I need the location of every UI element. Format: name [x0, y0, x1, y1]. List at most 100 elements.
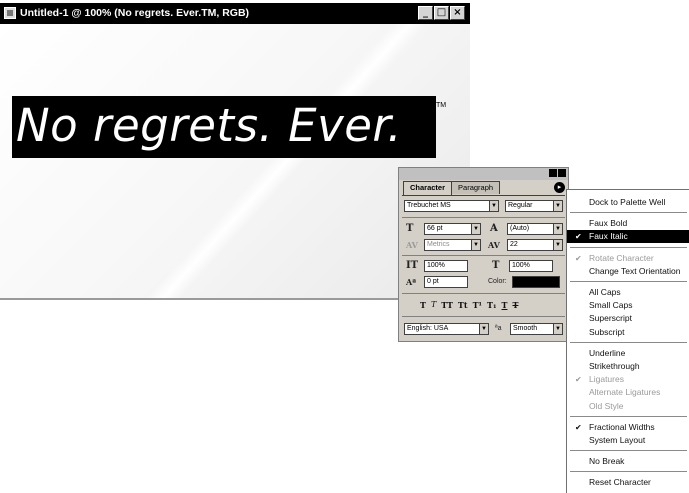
- superscript-style-button[interactable]: T¹: [473, 300, 482, 310]
- language-value: English: USA: [407, 325, 449, 332]
- palette-titlebar[interactable]: [399, 168, 568, 180]
- menu-item-strikethrough[interactable]: Strikethrough: [567, 360, 689, 373]
- headline-text-layer[interactable]: No regrets. Ever.: [12, 96, 436, 158]
- faux-italic-style-button[interactable]: T: [431, 300, 436, 310]
- tracking-value: 22: [510, 241, 518, 248]
- font-size-field[interactable]: 66 pt ▼: [424, 223, 481, 235]
- menu-separator: [570, 415, 687, 417]
- chevron-down-icon: ▼: [553, 224, 562, 234]
- menu-item-old-style: Old Style: [589, 400, 624, 411]
- horizontal-scale-field[interactable]: 100%: [509, 260, 553, 272]
- antialias-select[interactable]: Smooth ▼: [510, 323, 563, 335]
- menu-item-alternate-ligatures: Alternate Ligatures: [589, 387, 661, 398]
- checkmark-icon: ✔: [575, 375, 582, 385]
- small-caps-style-button[interactable]: Tt: [458, 300, 468, 310]
- kerning-value: Metrics: [427, 241, 450, 248]
- baseline-shift-value: 0 pt: [427, 278, 439, 285]
- menu-item-no-break[interactable]: No Break: [567, 455, 689, 468]
- chevron-down-icon: ▼: [489, 201, 498, 211]
- light-streak: [124, 24, 426, 298]
- font-size-value: 66 pt: [427, 225, 443, 232]
- horizontal-scale-value: 100%: [512, 262, 530, 269]
- tab-character[interactable]: Character: [403, 181, 453, 195]
- menu-separator: [570, 471, 687, 473]
- faux-bold-style-button[interactable]: T: [420, 300, 426, 310]
- palette-tabs: Character Paragraph: [403, 181, 501, 195]
- antialias-icon: ªa: [495, 325, 502, 332]
- baseline-shift-icon: Aª: [406, 277, 417, 287]
- trademark-text: TM: [436, 102, 447, 109]
- menu-item-fractional-widths[interactable]: Fractional Widths ✔: [567, 421, 689, 434]
- document-title: Untitled-1 @ 100% (No regrets. Ever.TM, …: [20, 7, 250, 19]
- menu-item-system-layout[interactable]: System Layout: [567, 434, 689, 447]
- tab-paragraph[interactable]: Paragraph: [451, 181, 501, 194]
- menu-item-faux-italic[interactable]: Faux Italic ✔: [567, 230, 689, 244]
- chevron-down-icon: ▼: [553, 240, 562, 250]
- palette-minimize-icon[interactable]: [549, 169, 557, 177]
- kerning-field[interactable]: Metrics ▼: [424, 239, 481, 251]
- font-family-value: Trebuchet MS: [407, 202, 451, 209]
- font-style-select[interactable]: Regular ▼: [505, 200, 563, 212]
- text-color-swatch[interactable]: [512, 276, 560, 288]
- font-style-value: Regular: [508, 202, 533, 209]
- menu-separator: [570, 246, 687, 248]
- close-button[interactable]: ×: [450, 6, 465, 20]
- font-size-icon: T: [406, 223, 414, 234]
- menu-item-superscript[interactable]: Superscript: [567, 312, 689, 325]
- menu-separator: [570, 450, 687, 452]
- leading-value: (Auto): [510, 225, 530, 232]
- color-label: Color:: [488, 278, 507, 285]
- menu-separator: [570, 212, 687, 214]
- vertical-scale-field[interactable]: 100%: [424, 260, 468, 272]
- vertical-scale-value: 100%: [427, 262, 445, 269]
- underline-style-button[interactable]: T: [502, 300, 508, 310]
- vertical-scale-icon: IT: [406, 260, 419, 271]
- menu-item-change-text-orientation[interactable]: Change Text Orientation: [567, 265, 689, 278]
- style-buttons: T T TT Tt T¹ T₁ T T: [420, 300, 518, 310]
- document-icon: [4, 7, 16, 19]
- window-controls: _ □ ×: [418, 6, 465, 20]
- language-select[interactable]: English: USA ▼: [404, 323, 489, 335]
- palette-close-icon[interactable]: [558, 169, 566, 177]
- menu-item-small-caps[interactable]: Small Caps: [567, 299, 689, 312]
- menu-item-subscript[interactable]: Subscript: [567, 326, 689, 339]
- kerning-icon: AV: [406, 240, 418, 250]
- menu-item-underline[interactable]: Underline: [567, 347, 689, 360]
- menu-item-all-caps[interactable]: All Caps: [567, 286, 689, 299]
- chevron-down-icon: ▼: [471, 224, 480, 234]
- baseline-shift-field[interactable]: 0 pt: [424, 276, 468, 288]
- checkmark-icon: ✔: [575, 422, 582, 432]
- maximize-button[interactable]: □: [434, 6, 449, 20]
- leading-icon: A: [490, 223, 498, 234]
- minimize-button[interactable]: _: [418, 6, 433, 20]
- divider: [402, 316, 565, 317]
- tracking-field[interactable]: 22 ▼: [507, 239, 563, 251]
- screen: Untitled-1 @ 100% (No regrets. Ever.TM, …: [0, 0, 689, 493]
- palette-menu-arrow-icon[interactable]: ▸: [554, 182, 565, 193]
- divider: [402, 293, 565, 294]
- document-titlebar[interactable]: Untitled-1 @ 100% (No regrets. Ever.TM, …: [0, 3, 470, 24]
- menu-item-reset-character[interactable]: Reset Character: [567, 476, 689, 489]
- divider: [402, 255, 565, 256]
- menu-separator: [570, 281, 687, 282]
- font-family-select[interactable]: Trebuchet MS ▼: [404, 200, 499, 212]
- menu-item-ligatures: Ligatures ✔: [575, 374, 624, 385]
- tracking-icon: AV: [488, 240, 500, 250]
- chevron-down-icon: ▼: [553, 324, 562, 334]
- horizontal-scale-icon: T: [492, 260, 500, 271]
- subscript-style-button[interactable]: T₁: [487, 300, 496, 310]
- character-palette-menu: Dock to Palette Well Faux Bold Faux Italic…: [566, 189, 689, 493]
- strikethrough-style-button[interactable]: T: [512, 300, 518, 310]
- menu-item-dock-to-palette-well[interactable]: Dock to Palette Well: [567, 196, 689, 209]
- divider: [402, 217, 565, 218]
- checkmark-icon: ✔: [575, 253, 582, 263]
- chevron-down-icon: ▼: [471, 240, 480, 250]
- chevron-down-icon: ▼: [479, 324, 488, 334]
- menu-item-rotate-character: Rotate Character ✔: [575, 252, 654, 263]
- menu-item-faux-bold[interactable]: Faux Bold: [567, 217, 689, 230]
- antialias-value: Smooth: [513, 325, 538, 332]
- palette-body: Trebuchet MS ▼ Regular ▼ T 66 pt ▼ A (Au…: [402, 195, 565, 340]
- leading-field[interactable]: (Auto) ▼: [507, 223, 563, 235]
- all-caps-style-button[interactable]: TT: [441, 300, 453, 310]
- menu-separator: [570, 341, 687, 343]
